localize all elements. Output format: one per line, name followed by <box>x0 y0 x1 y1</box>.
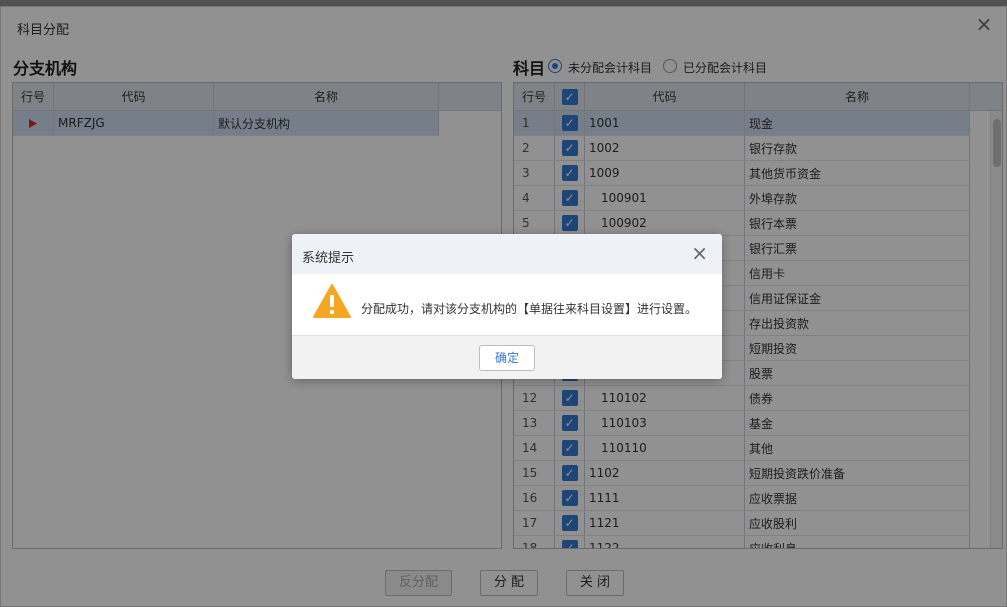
dialog-footer: 确定 <box>292 335 722 379</box>
ok-button[interactable]: 确定 <box>479 345 535 371</box>
system-prompt-dialog: 系统提示 × 分配成功，请对该分支机构的【单据往来科目设置】进行设置。 确定 <box>292 234 722 379</box>
warning-icon <box>312 283 352 322</box>
dialog-title: 系统提示 <box>302 251 355 266</box>
dialog-close-icon[interactable]: × <box>691 243 708 263</box>
dialog-header: 系统提示 × <box>292 234 722 274</box>
dialog-message: 分配成功，请对该分支机构的【单据往来科目设置】进行设置。 <box>361 302 698 316</box>
